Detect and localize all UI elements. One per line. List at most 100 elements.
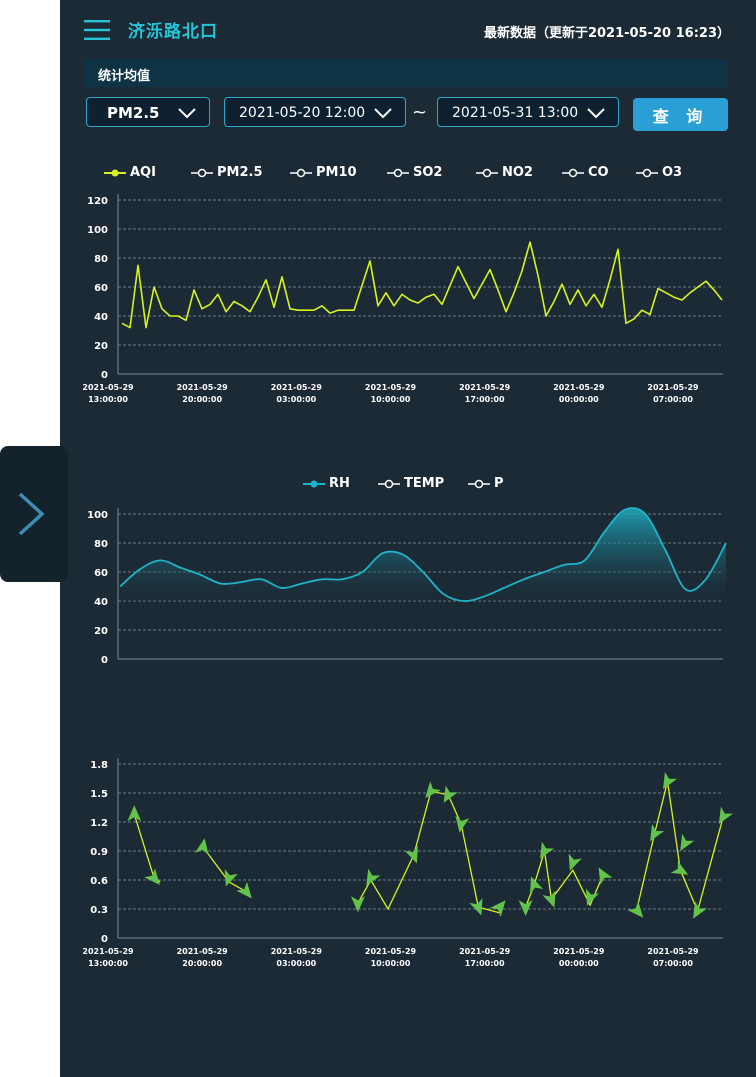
chevron-right-icon	[18, 492, 45, 536]
aqi-line-chart: 0 20 40 60 80 100 120 2021-05-29 13:00:00 2021-05…	[82, 194, 723, 404]
aqi-chart-legend: AQI PM2.5 PM10 SO2 NO2 CO O3	[60, 163, 756, 187]
y-tick-label: 80	[94, 539, 108, 550]
legend-label: P	[494, 476, 504, 491]
y-tick-label: 40	[94, 312, 108, 323]
wind-direction-arrow	[443, 785, 458, 803]
x-tick-label: 17:00:00	[465, 395, 505, 404]
chevron-down-icon	[178, 108, 196, 119]
wind-direction-arrow	[469, 898, 483, 916]
end-time-select[interactable]: 2021-05-31 13:00	[437, 97, 619, 127]
wind-series-line	[636, 781, 725, 913]
y-tick-label: 1.5	[90, 789, 108, 800]
legend-marker-icon	[387, 168, 409, 178]
wind-direction-arrow	[693, 901, 708, 919]
x-tick-label: 20:00:00	[182, 959, 222, 968]
x-tick-label: 07:00:00	[653, 395, 693, 404]
legend-label: NO2	[502, 165, 533, 180]
wind-direction-arrow	[455, 815, 470, 833]
x-tick-label: 2021-05-29	[365, 383, 417, 392]
wind-direction-arrow	[350, 896, 365, 913]
legend-label: CO	[588, 165, 609, 180]
pollutant-select-value: PM2.5	[107, 104, 160, 122]
legend-label: TEMP	[404, 476, 445, 491]
x-tick-label: 2021-05-29	[177, 383, 229, 392]
y-tick-label: 1.2	[90, 818, 108, 829]
y-tick-label: 120	[87, 196, 108, 207]
section-header: 统计均值	[84, 59, 728, 87]
y-tick-label: 40	[94, 597, 108, 608]
wind-direction-arrow	[650, 824, 665, 842]
wind-direction-arrow	[663, 771, 678, 790]
wind-series-line	[133, 814, 161, 883]
pollutant-select[interactable]: PM2.5	[86, 97, 210, 127]
x-tick-label: 2021-05-29	[647, 947, 699, 956]
wind-direction-arrow	[670, 860, 689, 875]
wind-direction-arrow	[530, 876, 544, 894]
main-panel: 济泺路北口 最新数据（更新于2021-05-20 16:23） 统计均值 PM2…	[60, 0, 756, 1077]
x-tick-label: 2021-05-29	[177, 947, 229, 956]
wind-series-line	[202, 846, 247, 893]
y-tick-label: 0.9	[90, 847, 108, 858]
wind-direction-arrow	[144, 868, 160, 885]
wind-direction-arrow	[542, 890, 556, 908]
start-time-select[interactable]: 2021-05-20 12:00	[224, 97, 406, 127]
chevron-down-icon	[587, 108, 605, 119]
x-tick-label: 2021-05-29	[82, 383, 134, 392]
query-button[interactable]: 查 询	[633, 98, 728, 131]
wind-direction-arrow	[425, 781, 441, 798]
wind-direction-arrow	[627, 901, 644, 918]
wind-direction-arrow	[489, 900, 506, 917]
wind-direction-arrow	[236, 881, 252, 899]
legend-marker-icon	[476, 168, 498, 178]
menu-icon[interactable]	[84, 19, 110, 41]
legend-label: O3	[662, 165, 683, 180]
side-panel-toggle[interactable]	[0, 446, 68, 582]
y-tick-label: 100	[87, 510, 108, 521]
legend-marker-icon	[378, 479, 400, 489]
wind-direction-arrow	[598, 867, 613, 885]
legend-marker-icon	[636, 168, 658, 178]
legend-marker-icon	[290, 168, 312, 178]
x-tick-label: 2021-05-29	[647, 383, 699, 392]
aqi-series-line	[121, 241, 723, 329]
x-tick-label: 2021-05-29	[365, 947, 417, 956]
x-tick-label: 2021-05-29	[271, 383, 323, 392]
section-title: 统计均值	[98, 69, 151, 84]
x-tick-label: 2021-05-29	[459, 383, 511, 392]
wind-arrow-chart: 0 0.3 0.6 0.9 1.2 1.5 1.8 2021-05-29 13:00:00 202…	[82, 758, 733, 968]
wind-direction-arrow	[194, 838, 209, 856]
wind-direction-arrow	[518, 900, 533, 917]
legend-label: AQI	[130, 165, 156, 180]
y-tick-label: 80	[94, 254, 108, 265]
legend-label: PM10	[316, 165, 357, 180]
x-tick-label: 00:00:00	[559, 395, 599, 404]
legend-marker-icon	[468, 479, 490, 489]
x-tick-label: 2021-05-29	[553, 383, 605, 392]
rh-area-chart: 0 20 40 60 80 100	[87, 507, 727, 666]
x-tick-label: 07:00:00	[653, 959, 693, 968]
wind-direction-arrow	[404, 845, 418, 864]
x-tick-label: 03:00:00	[276, 395, 316, 404]
rh-series-area	[120, 507, 726, 602]
x-tick-label: 2021-05-29	[82, 947, 134, 956]
date-range-separator: ~	[412, 102, 428, 123]
latest-data-timestamp: 最新数据（更新于2021-05-20 16:23）	[483, 26, 730, 41]
y-tick-label: 0.3	[90, 905, 108, 916]
x-tick-label: 20:00:00	[182, 395, 222, 404]
y-tick-label: 0	[101, 655, 108, 666]
x-tick-label: 17:00:00	[465, 959, 505, 968]
wind-direction-arrow	[718, 806, 733, 824]
top-bar: 济泺路北口 最新数据（更新于2021-05-20 16:23）	[60, 0, 756, 60]
x-tick-label: 13:00:00	[88, 959, 128, 968]
legend-label: RH	[329, 476, 350, 491]
y-tick-label: 0.6	[90, 876, 108, 887]
x-tick-label: 2021-05-29	[459, 947, 511, 956]
legend-marker-icon	[191, 168, 213, 178]
legend-marker-icon	[303, 480, 325, 488]
y-tick-label: 60	[94, 568, 108, 579]
y-tick-label: 0	[101, 934, 108, 945]
x-tick-label: 13:00:00	[88, 395, 128, 404]
legend-label: PM2.5	[217, 165, 263, 180]
end-time-value: 2021-05-31 13:00	[452, 105, 579, 121]
legend-marker-icon	[562, 168, 584, 178]
